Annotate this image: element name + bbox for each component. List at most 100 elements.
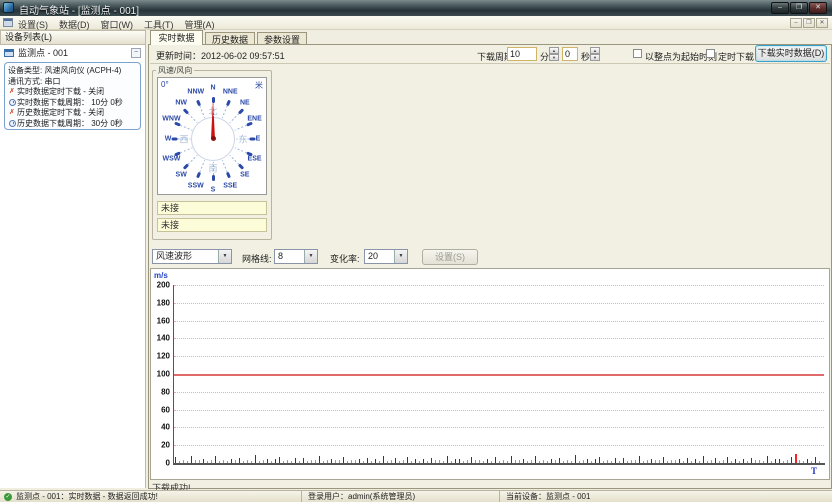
x-ruler-tick (679, 459, 680, 463)
x-ruler-tick (399, 461, 400, 463)
chart-y-axis-unit: m/s (154, 271, 168, 280)
mdi-close-button[interactable]: ✕ (816, 18, 828, 28)
minutes-input[interactable]: 10 (507, 47, 537, 61)
spin-down-icon[interactable]: ▼ (590, 54, 600, 61)
chevron-down-icon[interactable]: ▼ (218, 250, 231, 263)
x-ruler-tick (703, 456, 704, 463)
x-ruler-tick (335, 460, 336, 463)
x-ruler-tick (579, 461, 580, 463)
x-ruler-tick (767, 456, 768, 463)
spin-up-icon[interactable]: ▲ (590, 47, 600, 54)
x-ruler-tick (527, 461, 528, 463)
tab-realtime-data[interactable]: 实时数据 (150, 30, 203, 45)
x-ruler-tick (651, 459, 652, 463)
x-ruler-tick (259, 461, 260, 463)
x-ruler-tick (647, 460, 648, 463)
minimize-button[interactable]: – (771, 2, 789, 14)
x-ruler-tick (655, 460, 656, 463)
device-info-line: 实时数据下载周期： 10分 0秒 (8, 98, 138, 109)
settings-button: 设置(S) (422, 249, 478, 265)
dir-label-nw: NW (175, 99, 187, 106)
x-ruler-tick (495, 457, 496, 463)
x-ruler-tick (691, 461, 692, 463)
y-tick-label: 0 (151, 459, 170, 468)
x-ruler-tick (587, 459, 588, 463)
seconds-stepper[interactable]: ▲▼ (590, 47, 600, 61)
title-bar[interactable]: 自动气象站 - [监测点 - 001] – ❐ ✕ (0, 0, 832, 16)
x-ruler-tick (639, 456, 640, 463)
x-ruler-tick (731, 461, 732, 463)
download-realtime-button[interactable]: 下载实时数据(D) (755, 45, 827, 62)
dir-label-wsw: WSW (162, 155, 180, 162)
x-ruler-tick (455, 459, 456, 463)
app-icon (3, 2, 14, 13)
device-list-panel: 监测点 - 001 − 设备类型: 风速风向仪 (ACPH-4) 通讯方式: 串… (0, 45, 146, 488)
tree-collapse-icon[interactable]: − (131, 48, 141, 58)
x-ruler-tick (719, 461, 720, 463)
start-on-hour-checkbox[interactable] (633, 49, 642, 58)
x-ruler-tick (751, 458, 752, 463)
chart-cursor-marker[interactable]: T (811, 466, 817, 476)
x-ruler-tick (575, 455, 576, 463)
seconds-input[interactable]: 0 (562, 47, 578, 61)
compass-radial-line (213, 162, 214, 175)
x-ruler-tick (671, 460, 672, 463)
x-ruler-tick (483, 461, 484, 463)
mdi-child-icon (3, 18, 13, 27)
rate-label: 变化率: (330, 252, 360, 265)
gridline-select[interactable]: 8▼ (274, 249, 318, 264)
y-tick-label: 120 (151, 352, 170, 361)
mdi-restore-button[interactable]: ❐ (803, 18, 815, 28)
compass-tick (174, 122, 181, 127)
x-ruler-tick (551, 459, 552, 463)
x-ruler-tick (447, 456, 448, 463)
chevron-down-icon[interactable]: ▼ (394, 250, 407, 263)
compass-tick (249, 138, 255, 141)
rate-select[interactable]: 20▼ (364, 249, 408, 264)
spin-up-icon[interactable]: ▲ (549, 47, 559, 54)
x-ruler-tick (535, 456, 536, 463)
x-ruler-tick (523, 459, 524, 463)
x-ruler-tick (479, 460, 480, 463)
chevron-down-icon[interactable]: ▼ (304, 250, 317, 263)
device-tree-item[interactable]: 监测点 - 001 − (2, 47, 144, 60)
minutes-stepper[interactable]: ▲▼ (549, 47, 559, 61)
y-tick-label: 180 (151, 298, 170, 307)
mdi-minimize-button[interactable]: – (790, 18, 802, 28)
dir-label-e: E (256, 136, 261, 143)
close-button[interactable]: ✕ (809, 2, 827, 14)
x-ruler-tick (255, 455, 256, 463)
compass-radial-line (236, 139, 249, 140)
maximize-button[interactable]: ❐ (790, 2, 808, 14)
spin-down-icon[interactable]: ▼ (549, 54, 559, 61)
x-ruler-tick (283, 461, 284, 463)
x-ruler-tick (363, 461, 364, 463)
x-ruler-tick (435, 460, 436, 463)
compass-radial-line (234, 147, 246, 153)
x-ruler-tick (411, 461, 412, 463)
x-ruler-tick (635, 460, 636, 463)
x-ruler-tick (387, 461, 388, 463)
timed-download-checkbox[interactable] (706, 49, 715, 58)
y-tick-label: 100 (151, 370, 170, 379)
x-ruler-tick (803, 461, 804, 463)
x-ruler-tick (715, 458, 716, 463)
waveform-select[interactable]: 风速波形▼ (152, 249, 232, 264)
x-ruler-tick (251, 461, 252, 463)
x-ruler-tick (611, 461, 612, 463)
x-ruler-tick (755, 460, 756, 463)
x-ruler-tick (807, 459, 808, 463)
status-current-device: 当前设备：监测点 - 001 (500, 491, 832, 502)
x-ruler-tick (623, 458, 624, 463)
x-ruler-tick (695, 459, 696, 463)
x-ruler-tick (607, 460, 608, 463)
x-ruler-tick (323, 461, 324, 463)
grid-line (174, 427, 824, 428)
x-ruler-tick (783, 461, 784, 463)
x-ruler-tick (475, 460, 476, 463)
x-ruler-tick (339, 460, 340, 463)
x-ruler-tick (423, 459, 424, 463)
wind-speed-field: 未接 (157, 201, 267, 215)
compass-corner-glyph: 米 (255, 80, 263, 91)
x-ruler-tick (431, 458, 432, 463)
